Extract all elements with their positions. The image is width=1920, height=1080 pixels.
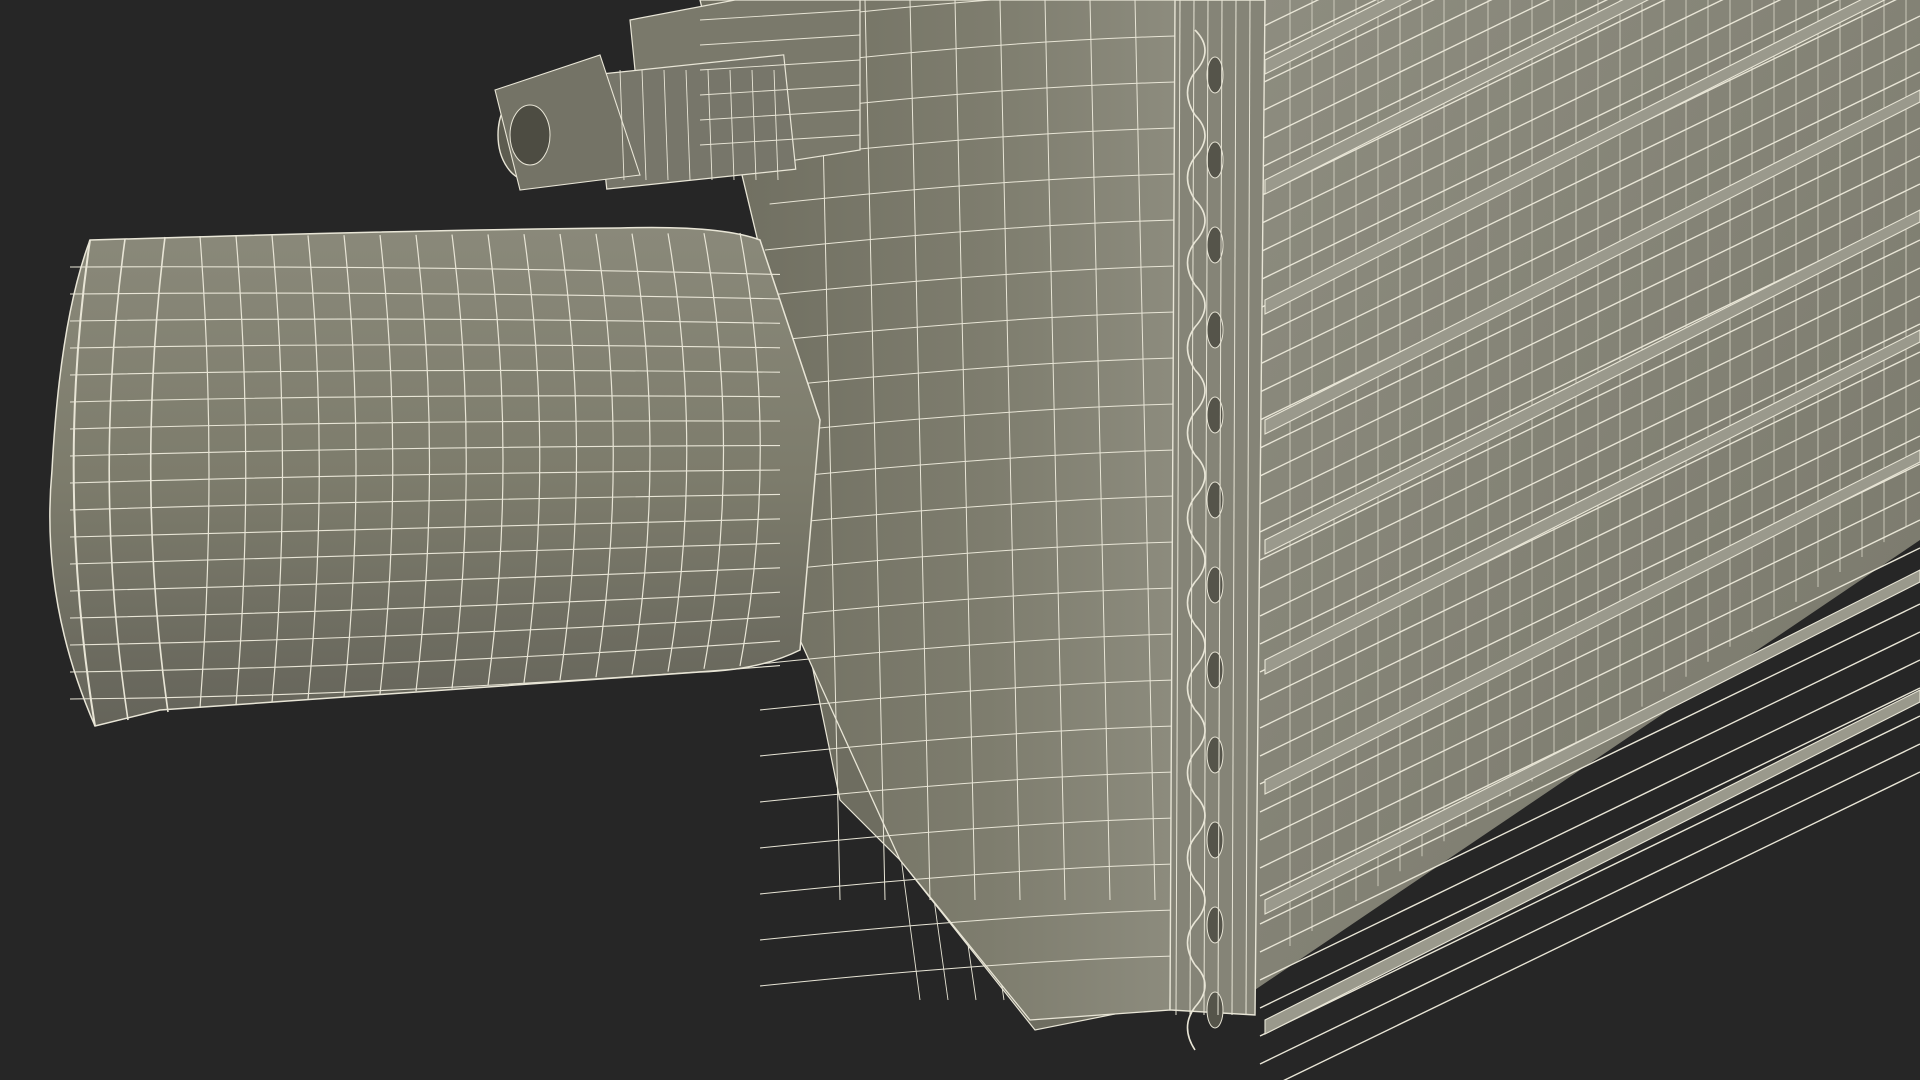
wireframe-model	[49, 0, 1920, 1080]
core-fins	[1240, 0, 1920, 1080]
render-viewport	[0, 0, 1920, 1080]
inlet-pipe	[49, 226, 821, 727]
